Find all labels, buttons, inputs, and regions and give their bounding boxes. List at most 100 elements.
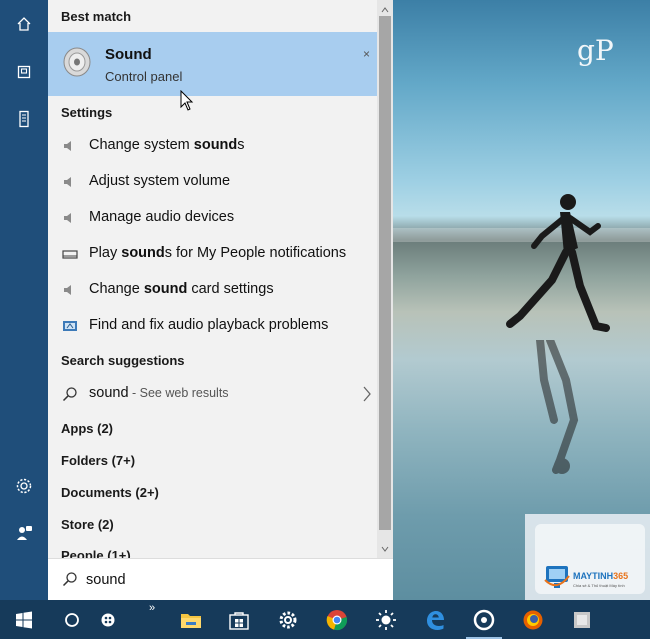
search-icon xyxy=(62,387,77,402)
speaker-icon xyxy=(64,213,71,223)
start-button[interactable] xyxy=(0,600,48,639)
best-match-header: Best match xyxy=(61,9,132,24)
category-documents[interactable]: Documents (2+) xyxy=(61,485,159,500)
edge-button[interactable] xyxy=(411,600,459,639)
settings-gear-icon xyxy=(16,478,32,494)
label-post: s for My People notifications xyxy=(164,245,347,261)
setting-label: Find and fix audio playback problems xyxy=(89,317,328,333)
taskbar: » xyxy=(0,600,650,639)
feedback-icon xyxy=(17,526,32,540)
weather-icon xyxy=(376,609,396,630)
app-button[interactable] xyxy=(558,600,606,639)
best-match-sound[interactable]: Sound Control panel × xyxy=(48,32,377,96)
category-folders[interactable]: Folders (7+) xyxy=(61,453,135,468)
setting-find-fix-audio[interactable]: Find and fix audio playback problems xyxy=(48,308,377,344)
troubleshoot-icon xyxy=(63,321,77,331)
chevron-right-icon xyxy=(363,386,371,402)
app-icon xyxy=(574,611,590,628)
settings-icon xyxy=(279,611,297,628)
category-apps[interactable]: Apps (2) xyxy=(61,421,113,436)
setting-label: Play sounds for My People notifications xyxy=(89,245,346,261)
label-post: card settings xyxy=(187,281,274,297)
setting-label: Adjust system volume xyxy=(89,173,230,189)
search-icon xyxy=(62,572,77,587)
suggestion-note: - See web results xyxy=(128,386,229,400)
groove-icon xyxy=(473,609,495,630)
suggestion-label: sound - See web results xyxy=(89,385,229,401)
monitor-logo-icon xyxy=(544,566,570,588)
scroll-down-icon[interactable] xyxy=(381,545,389,553)
label-pre: Adjust system volume xyxy=(89,173,231,189)
setting-label: Change system sounds xyxy=(89,137,245,153)
watermark-tagline: Chia sẻ & Thủ thuật Máy tính xyxy=(573,583,625,588)
label-post: s xyxy=(237,137,245,153)
windows-start-icon xyxy=(16,611,32,628)
chrome-icon xyxy=(326,609,347,630)
home-icon xyxy=(17,17,31,31)
speaker-icon xyxy=(64,141,71,151)
mouse-cursor-icon xyxy=(180,90,194,111)
label-pre: Find and fix audio playback problems xyxy=(89,317,329,333)
watermark-brand: MAYTINH365 xyxy=(573,571,628,581)
best-match-subtitle: Control panel xyxy=(105,69,183,84)
label-pre: Play xyxy=(89,245,122,261)
best-match-title: Sound xyxy=(105,46,152,63)
settings-rail-button[interactable] xyxy=(0,468,48,504)
speaker-icon xyxy=(64,177,71,187)
documents-icon xyxy=(17,65,31,79)
runner-reflection xyxy=(536,340,579,474)
runner-figure xyxy=(506,194,610,332)
wallpaper-brand-logo: gP xyxy=(577,34,614,67)
monitor-bar-icon xyxy=(62,250,78,259)
scroll-up-icon[interactable] xyxy=(381,6,389,14)
documents-button[interactable] xyxy=(0,54,48,90)
edge-icon xyxy=(427,610,444,630)
web-suggestion-sound[interactable]: sound - See web results xyxy=(48,376,377,412)
firefox-button[interactable] xyxy=(509,600,557,639)
setting-label: Manage audio devices xyxy=(89,209,234,225)
file-explorer-button[interactable] xyxy=(167,600,215,639)
label-match: sound xyxy=(143,281,188,297)
setting-play-sounds-my-people[interactable]: Play sounds for My People notifications xyxy=(48,236,377,272)
store-button[interactable] xyxy=(215,600,263,639)
speaker-icon xyxy=(63,47,91,77)
watermark-brand-a: MAYTINH xyxy=(573,571,614,581)
setting-adjust-system-volume[interactable]: Adjust system volume xyxy=(48,164,377,200)
setting-label: Change sound card settings xyxy=(89,281,274,297)
label-pre: Change system xyxy=(89,137,194,153)
suggestion-query: sound xyxy=(89,385,129,401)
search-results-panel: Best match Sound Control panel × Setting… xyxy=(48,0,393,600)
settings-header: Settings xyxy=(61,105,113,120)
device-button[interactable] xyxy=(0,101,48,137)
search-suggestions-header: Search suggestions xyxy=(61,353,185,368)
store-icon xyxy=(229,611,249,630)
file-explorer-icon xyxy=(181,613,201,628)
home-button[interactable] xyxy=(0,6,48,42)
chevrons-icon: » xyxy=(148,601,156,614)
setting-change-system-sounds[interactable]: Change system sounds xyxy=(48,128,377,164)
label-pre: Change xyxy=(89,281,144,297)
label-match: sound xyxy=(121,245,165,261)
task-view-button[interactable] xyxy=(84,600,132,639)
category-store[interactable]: Store (2) xyxy=(61,517,114,532)
speaker-icon xyxy=(64,285,71,295)
groove-button[interactable] xyxy=(460,600,508,639)
task-view-icon xyxy=(101,613,115,626)
setting-change-sound-card[interactable]: Change sound card settings xyxy=(48,272,377,308)
search-input[interactable] xyxy=(86,568,376,592)
chrome-button[interactable] xyxy=(313,600,361,639)
search-box xyxy=(48,558,393,600)
watermark-logo: MAYTINH365 Chia sẻ & Thủ thuật Máy tính xyxy=(525,514,650,600)
label-pre: Manage audio devices xyxy=(89,209,235,225)
close-icon[interactable]: × xyxy=(363,47,370,61)
feedback-button[interactable] xyxy=(0,515,48,551)
setting-manage-audio-devices[interactable]: Manage audio devices xyxy=(48,200,377,236)
start-left-rail xyxy=(0,0,48,600)
scrollbar-thumb[interactable] xyxy=(379,16,391,530)
watermark-brand-b: 365 xyxy=(613,571,629,581)
device-icon xyxy=(19,110,29,128)
firefox-icon xyxy=(523,610,543,629)
settings-button[interactable] xyxy=(264,600,312,639)
cortana-icon xyxy=(65,612,79,627)
weather-button[interactable] xyxy=(362,600,410,639)
